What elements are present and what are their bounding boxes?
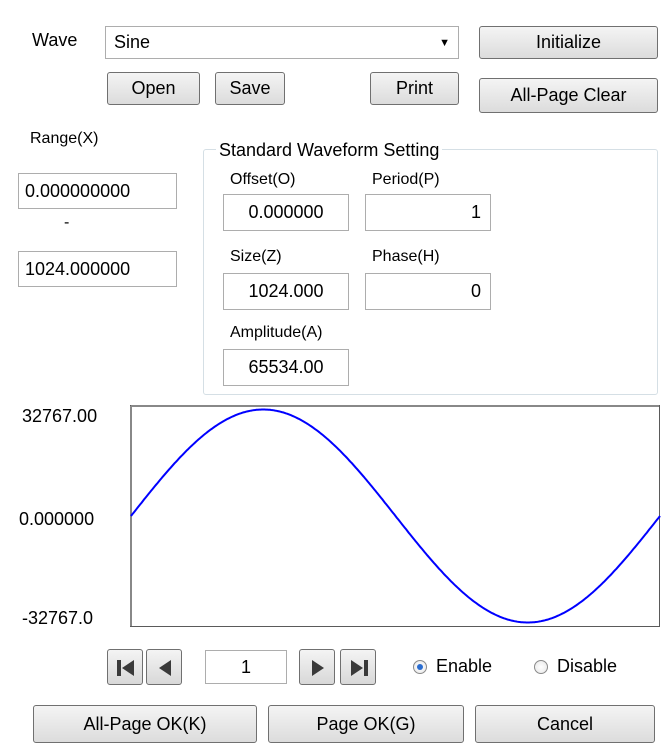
initialize-button[interactable]: Initialize (479, 26, 658, 59)
phase-label: Phase(H) (372, 248, 440, 265)
waveform-chart (130, 405, 661, 628)
print-button[interactable]: Print (370, 72, 459, 105)
range-separator: - (64, 214, 70, 231)
next-page-icon (312, 660, 324, 676)
save-button[interactable]: Save (215, 72, 285, 105)
page-ok-button[interactable]: Page OK(G) (268, 705, 464, 743)
range-label: Range(X) (30, 130, 99, 147)
wave-select[interactable]: Sine ▼ (105, 26, 459, 59)
previous-page-icon (159, 660, 171, 676)
y-tick-mid: 0.000000 (19, 509, 95, 529)
open-button[interactable]: Open (107, 72, 200, 105)
standard-waveform-title: Standard Waveform Setting (216, 140, 443, 161)
amplitude-label: Amplitude(A) (230, 324, 323, 341)
offset-field[interactable]: 0.000000 (223, 194, 349, 231)
last-page-button[interactable] (340, 649, 376, 685)
next-page-button[interactable] (299, 649, 335, 685)
enable-label[interactable]: Enable (436, 656, 492, 677)
cancel-button[interactable]: Cancel (475, 705, 655, 743)
first-page-icon (117, 660, 134, 676)
first-page-button[interactable] (107, 649, 143, 685)
disable-label[interactable]: Disable (557, 656, 617, 677)
y-tick-max: 32767.00 (22, 406, 98, 426)
all-page-clear-button[interactable]: All-Page Clear (479, 78, 658, 113)
last-page-icon (351, 660, 368, 676)
offset-label: Offset(O) (230, 171, 296, 188)
enable-radio[interactable] (413, 660, 427, 674)
wave-label: Wave (32, 30, 78, 50)
previous-page-button[interactable] (146, 649, 182, 685)
disable-radio[interactable] (534, 660, 548, 674)
period-field[interactable]: 1 (365, 194, 491, 231)
amplitude-field[interactable]: 65534.00 (223, 349, 349, 386)
range-to-field[interactable]: 1024.000000 (18, 251, 177, 287)
size-label: Size(Z) (230, 248, 282, 265)
y-tick-min: -32767.0 (22, 608, 94, 628)
period-label: Period(P) (372, 171, 440, 188)
range-from-field[interactable]: 0.000000000 (18, 173, 177, 209)
size-field[interactable]: 1024.000 (223, 273, 349, 310)
chevron-down-icon: ▼ (439, 36, 450, 49)
all-page-ok-button[interactable]: All-Page OK(K) (33, 705, 257, 743)
waveform-chart-svg (130, 405, 661, 627)
wave-select-value: Sine (114, 32, 151, 52)
page-number-field[interactable]: 1 (205, 650, 287, 684)
phase-field[interactable]: 0 (365, 273, 491, 310)
